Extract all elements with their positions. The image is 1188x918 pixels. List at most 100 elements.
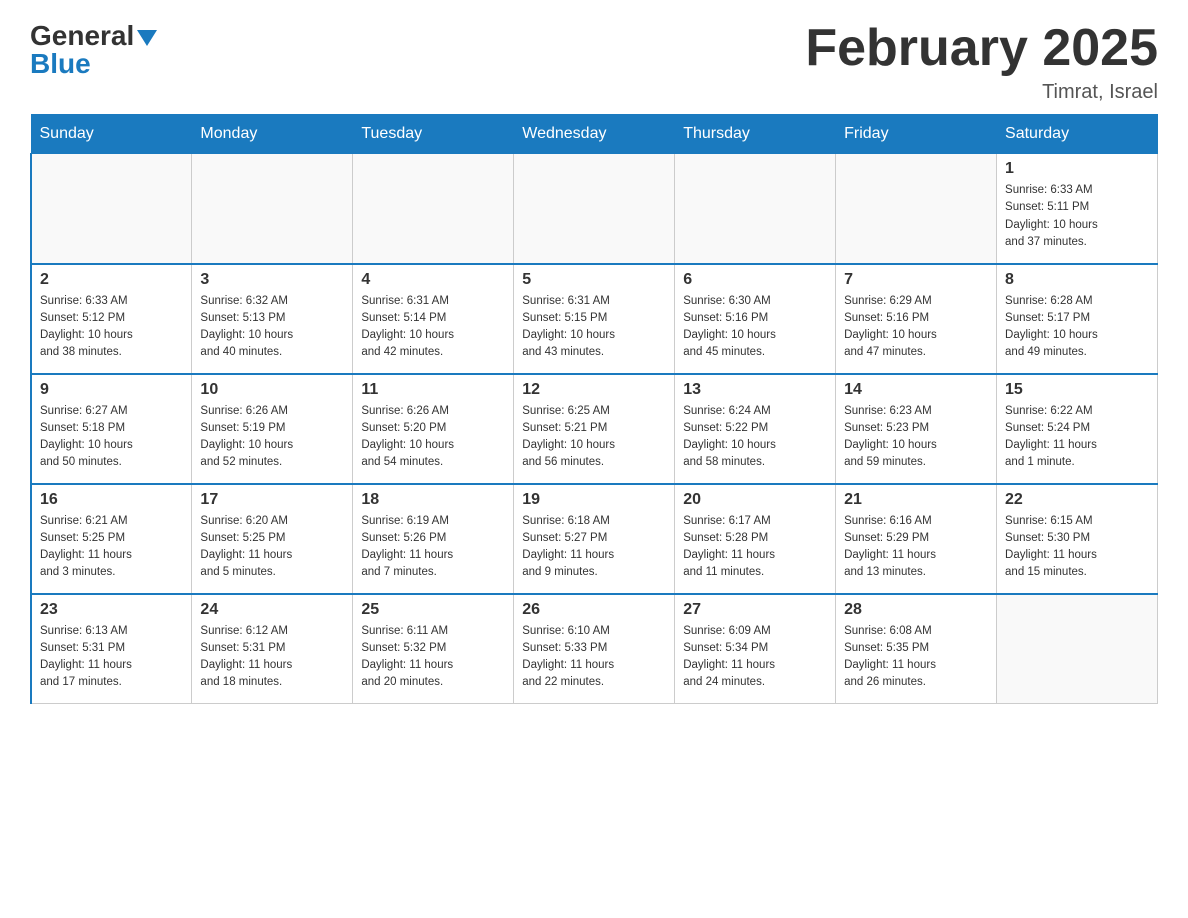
day-info: Sunrise: 6:10 AM Sunset: 5:33 PM Dayligh… [522, 623, 666, 692]
day-info: Sunrise: 6:29 AM Sunset: 5:16 PM Dayligh… [844, 293, 988, 362]
day-info: Sunrise: 6:31 AM Sunset: 5:15 PM Dayligh… [522, 293, 666, 362]
day-number: 12 [522, 381, 666, 399]
day-info: Sunrise: 6:32 AM Sunset: 5:13 PM Dayligh… [200, 293, 344, 362]
calendar-cell: 2 Sunrise: 6:33 AM Sunset: 5:12 PM Daylig… [31, 264, 192, 374]
day-number: 5 [522, 271, 666, 289]
page-header: General Blue February 2025 Timrat, Israe… [30, 20, 1158, 104]
day-number: 2 [40, 271, 183, 289]
calendar-cell: 13 Sunrise: 6:24 AM Sunset: 5:22 PM Dayli… [675, 374, 836, 484]
day-info: Sunrise: 6:08 AM Sunset: 5:35 PM Dayligh… [844, 623, 988, 692]
day-header-thursday: Thursday [675, 115, 836, 154]
calendar-cell [192, 154, 353, 264]
calendar-cell: 17 Sunrise: 6:20 AM Sunset: 5:25 PM Dayli… [192, 484, 353, 594]
day-info: Sunrise: 6:09 AM Sunset: 5:34 PM Dayligh… [683, 623, 827, 692]
calendar-cell: 12 Sunrise: 6:25 AM Sunset: 5:21 PM Dayli… [514, 374, 675, 484]
calendar-cell [514, 154, 675, 264]
location-label: Timrat, Israel [805, 81, 1158, 104]
calendar-header-row: SundayMondayTuesdayWednesdayThursdayFrid… [31, 115, 1158, 154]
day-number: 6 [683, 271, 827, 289]
day-header-tuesday: Tuesday [353, 115, 514, 154]
title-block: February 2025 Timrat, Israel [805, 20, 1158, 104]
day-number: 28 [844, 601, 988, 619]
day-number: 8 [1005, 271, 1149, 289]
calendar-cell [997, 594, 1158, 704]
day-number: 24 [200, 601, 344, 619]
calendar-cell: 4 Sunrise: 6:31 AM Sunset: 5:14 PM Daylig… [353, 264, 514, 374]
day-info: Sunrise: 6:20 AM Sunset: 5:25 PM Dayligh… [200, 513, 344, 582]
day-info: Sunrise: 6:19 AM Sunset: 5:26 PM Dayligh… [361, 513, 505, 582]
day-number: 18 [361, 491, 505, 509]
day-header-friday: Friday [836, 115, 997, 154]
day-header-sunday: Sunday [31, 115, 192, 154]
day-number: 27 [683, 601, 827, 619]
day-info: Sunrise: 6:26 AM Sunset: 5:20 PM Dayligh… [361, 403, 505, 472]
day-header-saturday: Saturday [997, 115, 1158, 154]
day-info: Sunrise: 6:12 AM Sunset: 5:31 PM Dayligh… [200, 623, 344, 692]
calendar-cell: 10 Sunrise: 6:26 AM Sunset: 5:19 PM Dayli… [192, 374, 353, 484]
calendar-cell: 3 Sunrise: 6:32 AM Sunset: 5:13 PM Daylig… [192, 264, 353, 374]
day-info: Sunrise: 6:31 AM Sunset: 5:14 PM Dayligh… [361, 293, 505, 362]
calendar-cell: 7 Sunrise: 6:29 AM Sunset: 5:16 PM Daylig… [836, 264, 997, 374]
day-header-monday: Monday [192, 115, 353, 154]
day-number: 4 [361, 271, 505, 289]
day-info: Sunrise: 6:22 AM Sunset: 5:24 PM Dayligh… [1005, 403, 1149, 472]
day-info: Sunrise: 6:25 AM Sunset: 5:21 PM Dayligh… [522, 403, 666, 472]
month-title: February 2025 [805, 20, 1158, 77]
calendar-table: SundayMondayTuesdayWednesdayThursdayFrid… [30, 114, 1158, 704]
calendar-cell: 25 Sunrise: 6:11 AM Sunset: 5:32 PM Dayli… [353, 594, 514, 704]
calendar-cell: 9 Sunrise: 6:27 AM Sunset: 5:18 PM Daylig… [31, 374, 192, 484]
day-info: Sunrise: 6:33 AM Sunset: 5:12 PM Dayligh… [40, 293, 183, 362]
day-number: 16 [40, 491, 183, 509]
calendar-week-row: 23 Sunrise: 6:13 AM Sunset: 5:31 PM Dayli… [31, 594, 1158, 704]
calendar-week-row: 16 Sunrise: 6:21 AM Sunset: 5:25 PM Dayli… [31, 484, 1158, 594]
calendar-cell: 15Sunrise: 6:22 AM Sunset: 5:24 PM Dayli… [997, 374, 1158, 484]
day-info: Sunrise: 6:26 AM Sunset: 5:19 PM Dayligh… [200, 403, 344, 472]
calendar-cell: 1Sunrise: 6:33 AM Sunset: 5:11 PM Daylig… [997, 154, 1158, 264]
calendar-cell [31, 154, 192, 264]
calendar-cell [836, 154, 997, 264]
day-info: Sunrise: 6:15 AM Sunset: 5:30 PM Dayligh… [1005, 513, 1149, 582]
day-info: Sunrise: 6:27 AM Sunset: 5:18 PM Dayligh… [40, 403, 183, 472]
day-header-wednesday: Wednesday [514, 115, 675, 154]
calendar-cell: 21Sunrise: 6:16 AM Sunset: 5:29 PM Dayli… [836, 484, 997, 594]
day-number: 3 [200, 271, 344, 289]
logo-blue-label: Blue [30, 48, 91, 80]
day-info: Sunrise: 6:21 AM Sunset: 5:25 PM Dayligh… [40, 513, 183, 582]
day-number: 25 [361, 601, 505, 619]
calendar-cell: 11 Sunrise: 6:26 AM Sunset: 5:20 PM Dayli… [353, 374, 514, 484]
calendar-cell: 5 Sunrise: 6:31 AM Sunset: 5:15 PM Daylig… [514, 264, 675, 374]
day-info: Sunrise: 6:33 AM Sunset: 5:11 PM Dayligh… [1005, 182, 1149, 251]
day-info: Sunrise: 6:11 AM Sunset: 5:32 PM Dayligh… [361, 623, 505, 692]
day-number: 17 [200, 491, 344, 509]
calendar-cell [675, 154, 836, 264]
calendar-cell: 6 Sunrise: 6:30 AM Sunset: 5:16 PM Daylig… [675, 264, 836, 374]
day-number: 23 [40, 601, 183, 619]
calendar-cell: 27 Sunrise: 6:09 AM Sunset: 5:34 PM Dayli… [675, 594, 836, 704]
day-number: 20 [683, 491, 827, 509]
day-info: Sunrise: 6:18 AM Sunset: 5:27 PM Dayligh… [522, 513, 666, 582]
day-info: Sunrise: 6:30 AM Sunset: 5:16 PM Dayligh… [683, 293, 827, 362]
day-info: Sunrise: 6:24 AM Sunset: 5:22 PM Dayligh… [683, 403, 827, 472]
calendar-cell: 20 Sunrise: 6:17 AM Sunset: 5:28 PM Dayli… [675, 484, 836, 594]
calendar-cell [353, 154, 514, 264]
calendar-cell: 26Sunrise: 6:10 AM Sunset: 5:33 PM Dayli… [514, 594, 675, 704]
calendar-week-row: 9 Sunrise: 6:27 AM Sunset: 5:18 PM Daylig… [31, 374, 1158, 484]
calendar-week-row: 2 Sunrise: 6:33 AM Sunset: 5:12 PM Daylig… [31, 264, 1158, 374]
day-number: 7 [844, 271, 988, 289]
day-info: Sunrise: 6:17 AM Sunset: 5:28 PM Dayligh… [683, 513, 827, 582]
calendar-cell: 19Sunrise: 6:18 AM Sunset: 5:27 PM Dayli… [514, 484, 675, 594]
calendar-cell: 23 Sunrise: 6:13 AM Sunset: 5:31 PM Dayli… [31, 594, 192, 704]
logo: General Blue [30, 20, 157, 80]
day-number: 10 [200, 381, 344, 399]
day-info: Sunrise: 6:16 AM Sunset: 5:29 PM Dayligh… [844, 513, 988, 582]
logo-triangle-icon [137, 30, 157, 46]
day-info: Sunrise: 6:13 AM Sunset: 5:31 PM Dayligh… [40, 623, 183, 692]
day-number: 14 [844, 381, 988, 399]
day-number: 11 [361, 381, 505, 399]
day-number: 9 [40, 381, 183, 399]
day-number: 22 [1005, 491, 1149, 509]
calendar-cell: 28 Sunrise: 6:08 AM Sunset: 5:35 PM Dayli… [836, 594, 997, 704]
calendar-cell: 14Sunrise: 6:23 AM Sunset: 5:23 PM Dayli… [836, 374, 997, 484]
day-number: 13 [683, 381, 827, 399]
day-info: Sunrise: 6:28 AM Sunset: 5:17 PM Dayligh… [1005, 293, 1149, 362]
